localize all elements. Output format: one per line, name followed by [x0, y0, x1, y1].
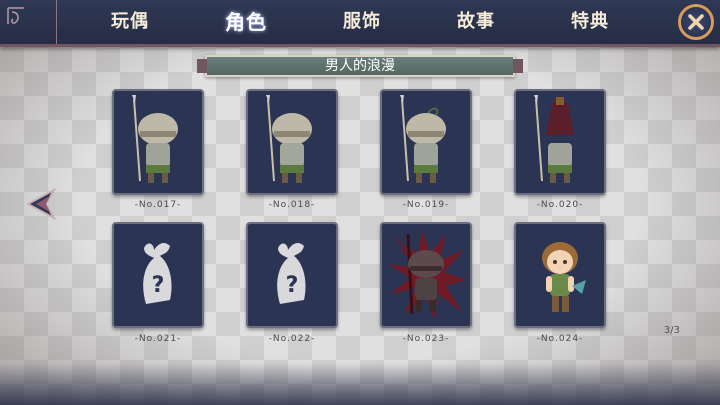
top-navigation-bar: 玩偶 角色 服饰 故事 特典	[0, 0, 720, 47]
close-button[interactable]	[678, 4, 714, 40]
mystery-silhouette-icon: ?	[277, 243, 306, 304]
character-card-017[interactable]	[112, 89, 204, 195]
character-card-019[interactable]	[380, 89, 472, 195]
character-card-023[interactable]	[380, 222, 472, 328]
card-number-021: -No.021-	[134, 334, 182, 344]
boy-sprite-icon	[542, 242, 586, 312]
back-arrow-icon	[25, 187, 57, 221]
character-card-022-locked[interactable]: ?	[246, 222, 338, 328]
page-indicator: 3/3	[663, 325, 680, 336]
card-number-018: -No.018-	[268, 200, 316, 210]
tab-dolls[interactable]: 玩偶	[100, 8, 160, 36]
character-card-018[interactable]	[246, 89, 338, 195]
soldier-sprite-icon	[132, 95, 178, 183]
section-title: 男人的浪漫	[325, 58, 395, 74]
tab-costumes[interactable]: 服饰	[332, 8, 392, 36]
svg-text:?: ?	[152, 273, 165, 298]
tab-stories[interactable]: 故事	[446, 8, 506, 36]
soldier-hat-sprite-icon	[534, 95, 574, 183]
card-number-022: -No.022-	[268, 334, 316, 344]
tab-bonus[interactable]: 特典	[560, 8, 620, 36]
mystery-silhouette-icon: ?	[143, 243, 172, 304]
svg-text:?: ?	[286, 273, 299, 298]
character-card-020[interactable]	[514, 89, 606, 195]
bottom-shade	[0, 363, 720, 405]
close-icon	[688, 14, 704, 30]
cursed-soldier-sprite-icon	[388, 230, 466, 320]
previous-page-button[interactable]	[24, 186, 60, 222]
card-number-020: -No.020-	[536, 200, 584, 210]
character-card-024[interactable]	[514, 222, 606, 328]
corner-ornament	[0, 0, 57, 44]
soldier-sprite-icon	[400, 95, 446, 183]
flourish-icon	[7, 7, 24, 24]
card-number-017: -No.017-	[134, 200, 182, 210]
card-number-023: -No.023-	[402, 334, 450, 344]
soldier-sprite-icon	[266, 95, 312, 183]
section-title-ribbon: 男人的浪漫	[197, 55, 523, 77]
tab-characters[interactable]: 角色	[216, 8, 276, 36]
card-number-024: -No.024-	[536, 334, 584, 344]
character-card-021-locked[interactable]: ?	[112, 222, 204, 328]
card-number-019: -No.019-	[402, 200, 450, 210]
